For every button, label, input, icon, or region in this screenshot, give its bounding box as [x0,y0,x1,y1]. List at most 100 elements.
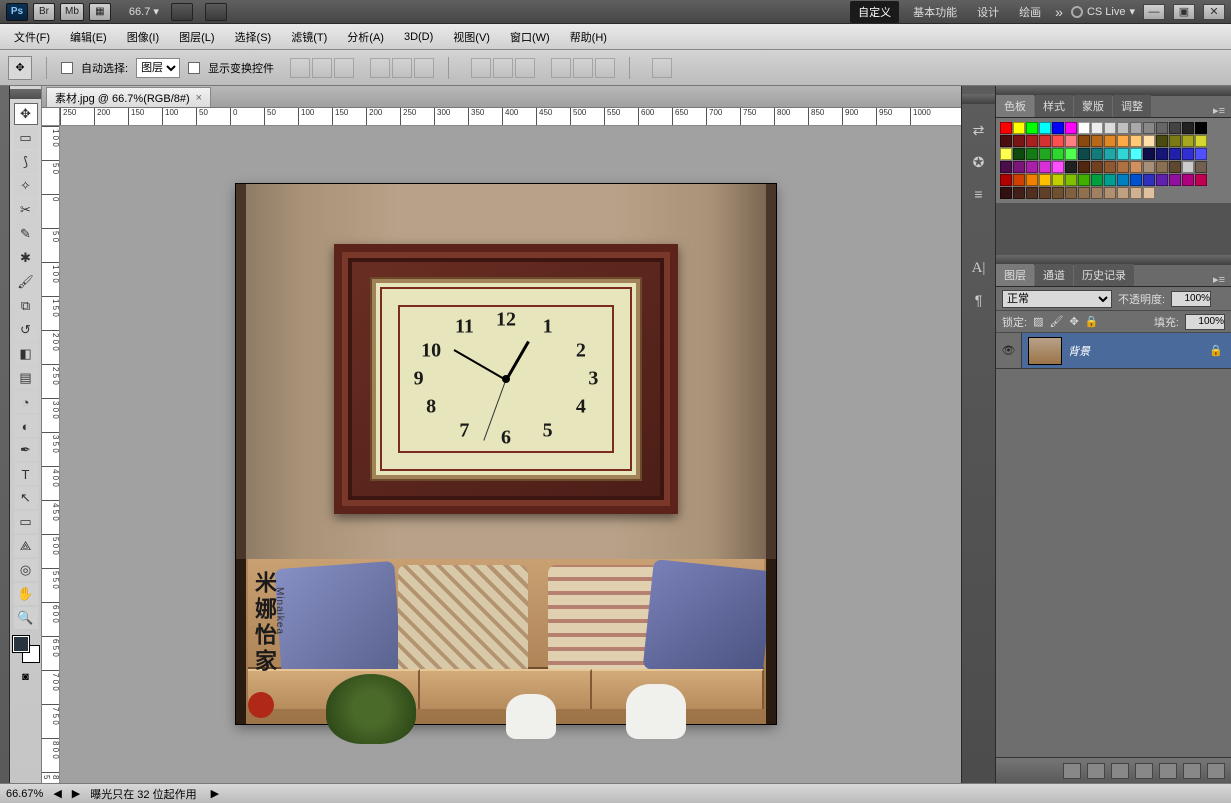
menu-layer[interactable]: 图层(L) [169,29,224,45]
wand-tool[interactable]: ✧ [14,175,38,197]
swatch[interactable] [1026,148,1038,160]
swatch[interactable] [1013,187,1025,199]
swatch[interactable] [1052,122,1064,134]
stamp-tool[interactable]: ⧉ [14,295,38,317]
tab-styles[interactable]: 样式 [1035,95,1073,117]
visibility-icon[interactable]: 👁 [996,333,1022,368]
swatch[interactable] [1000,122,1012,134]
color-swatches[interactable] [13,636,39,662]
swatch[interactable] [1000,161,1012,173]
swatch[interactable] [1130,135,1142,147]
swatch[interactable] [1104,174,1116,186]
swatch[interactable] [1013,135,1025,147]
workspace-more-icon[interactable]: » [1055,4,1063,20]
swatch[interactable] [1013,174,1025,186]
lock-all-icon[interactable]: 🔒 [1085,315,1099,328]
swatch[interactable] [1091,135,1103,147]
delete-layer-button[interactable] [1207,763,1225,779]
layer-row[interactable]: 👁 背景 🔒 [996,333,1231,369]
swatch[interactable] [1169,148,1181,160]
crop-tool[interactable]: ✂ [14,199,38,221]
link-layers-button[interactable] [1063,763,1081,779]
swatch[interactable] [1130,187,1142,199]
swatch[interactable] [1026,135,1038,147]
swatch[interactable] [1156,174,1168,186]
swatch[interactable] [1104,187,1116,199]
swatch[interactable] [1156,122,1168,134]
3d-tool[interactable]: ⟁ [14,535,38,557]
styles-icon[interactable]: ≡ [968,184,990,204]
swatch[interactable] [1117,122,1129,134]
swatch[interactable] [1169,122,1181,134]
swatch[interactable] [1000,174,1012,186]
gradient-tool[interactable]: ▤ [14,367,38,389]
cslive-button[interactable]: CS Live ▾ [1071,5,1135,18]
workspace-essentials[interactable]: 基本功能 [907,1,963,23]
show-transform-checkbox[interactable] [188,62,200,74]
paragraph-icon[interactable]: ¶ [968,290,990,310]
swatch[interactable] [1065,122,1077,134]
workspace-active[interactable]: 自定义 [850,1,899,23]
swatch[interactable] [1195,174,1207,186]
opacity-input[interactable] [1171,291,1211,307]
lock-position-icon[interactable]: ✥ [1069,315,1078,328]
close-icon[interactable]: × [196,92,202,104]
swatch[interactable] [1195,148,1207,160]
swatch[interactable] [1195,122,1207,134]
swatch[interactable] [1169,135,1181,147]
path-tool[interactable]: ↖ [14,487,38,509]
fill-input[interactable] [1185,314,1225,330]
swatch[interactable] [1078,135,1090,147]
swatch[interactable] [1078,187,1090,199]
swatch[interactable] [1156,135,1168,147]
swatch[interactable] [1143,135,1155,147]
swatch[interactable] [1000,148,1012,160]
minibridge-button[interactable]: Mb [60,3,84,21]
swatch[interactable] [1000,135,1012,147]
ruler-vertical[interactable]: 1 0 05 005 01 0 01 5 02 0 02 5 03 0 03 5… [42,126,60,783]
swatch[interactable] [1078,174,1090,186]
group-button[interactable] [1159,763,1177,779]
layer-name[interactable]: 背景 [1068,343,1090,359]
swatch[interactable] [1117,148,1129,160]
swatch[interactable] [1169,174,1181,186]
tab-layers[interactable]: 图层 [996,264,1034,286]
ruler-horizontal[interactable]: 2502001501005005010015020025030035040045… [60,108,961,126]
menu-image[interactable]: 图像(I) [117,29,169,45]
swatch[interactable] [1130,122,1142,134]
swatch[interactable] [1000,187,1012,199]
swatch[interactable] [1026,174,1038,186]
panel-menu-icon[interactable]: ▸≡ [1207,104,1231,117]
bridge-button[interactable]: Br [33,3,55,21]
swatch[interactable] [1052,174,1064,186]
swatch[interactable] [1182,148,1194,160]
menu-file[interactable]: 文件(F) [4,29,60,45]
arrange-docs-button[interactable] [171,3,193,21]
menu-analysis[interactable]: 分析(A) [337,29,394,45]
zoom-level[interactable]: 66.7 ▾ [129,5,159,18]
shape-tool[interactable]: ▭ [14,511,38,533]
status-menu-icon[interactable]: ▶ [211,787,219,800]
quickmask-toggle[interactable]: ◙ [14,666,38,688]
swatch[interactable] [1013,148,1025,160]
swatch[interactable] [1143,122,1155,134]
swatch[interactable] [1104,161,1116,173]
swatch[interactable] [1091,148,1103,160]
swatch[interactable] [1039,187,1051,199]
auto-select-target[interactable]: 图层 [136,58,180,78]
hand-tool[interactable]: ✋ [14,583,38,605]
canvas-viewport[interactable]: 12 1 2 3 4 5 6 7 8 9 [60,126,961,783]
swatch[interactable] [1065,161,1077,173]
swatch[interactable] [1039,174,1051,186]
swatch[interactable] [1039,148,1051,160]
swatch[interactable] [1039,122,1051,134]
swatch[interactable] [1065,187,1077,199]
screen-mode-button[interactable] [205,3,227,21]
layer-style-button[interactable] [1087,763,1105,779]
type-tool[interactable]: T [14,463,38,485]
swatch[interactable] [1143,187,1155,199]
history-brush-tool[interactable]: ↺ [14,319,38,341]
auto-select-checkbox[interactable] [61,62,73,74]
swatch[interactable] [1026,187,1038,199]
tab-channels[interactable]: 通道 [1035,264,1073,286]
